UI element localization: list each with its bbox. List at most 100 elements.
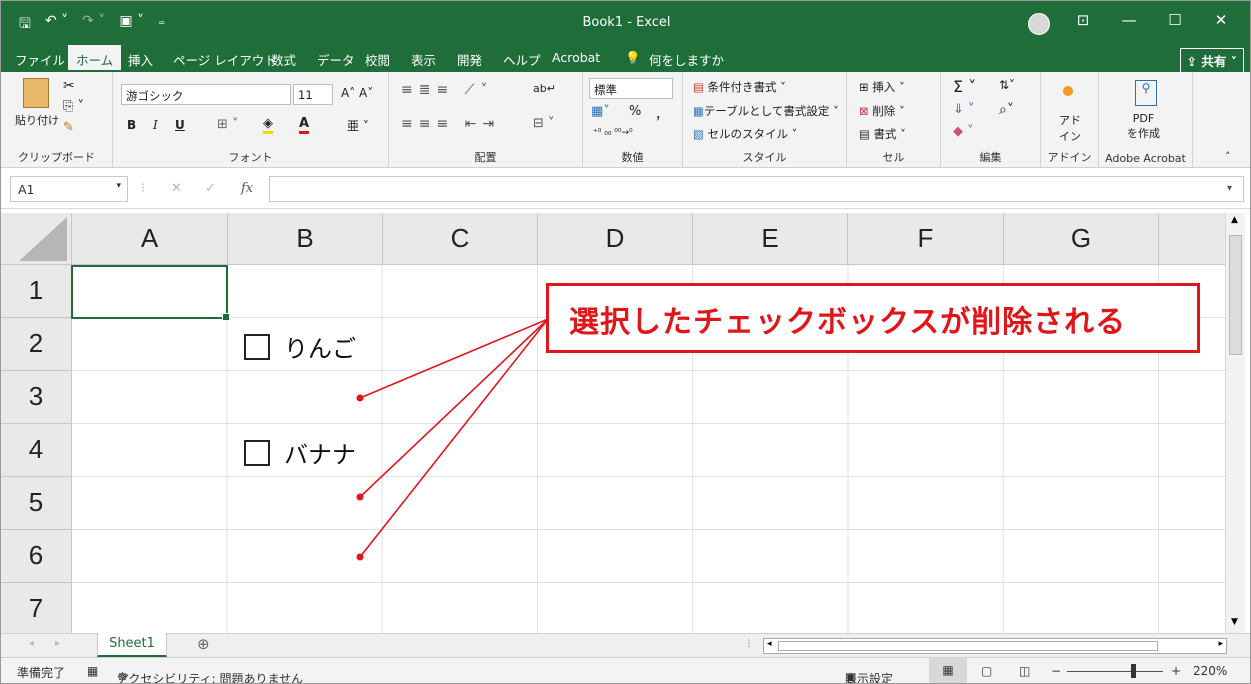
horizontal-scroll-thumb[interactable] [778,641,1158,651]
tab-split-handle-icon[interactable]: ⁝ [747,637,751,652]
horizontal-scrollbar[interactable]: ◂ ▸ [763,638,1227,654]
clear-icon[interactable]: ◆ ˅ [953,124,974,139]
row-header-2[interactable]: 2 [1,318,72,371]
checkbox-icon[interactable] [244,333,270,360]
fill-color-icon[interactable]: ◈ [263,116,273,134]
vertical-scroll-thumb[interactable] [1229,235,1242,355]
format-painter-icon[interactable]: ✎ [63,120,74,135]
row-header-4[interactable]: 4 [1,424,72,477]
addins-button[interactable]: アド イン [1059,112,1081,144]
name-box-dropdown-icon[interactable]: ▾ [116,181,121,191]
cell-styles-button[interactable]: ▧ セルのスタイル ˅ [693,126,797,142]
format-cells-button[interactable]: ▤ 書式 ˅ [859,126,906,142]
scroll-left-icon[interactable]: ◂ [767,639,772,649]
prev-sheet-icon[interactable]: ◂ [29,638,34,649]
tab-help[interactable]: ヘルプ [503,50,541,69]
horizontal-align-icons[interactable]: ≡≡≡ ⇤⇥ [401,116,500,132]
cut-icon[interactable]: ✂ [63,78,75,94]
comma-button[interactable]: ， [655,104,668,123]
decimal-icons[interactable]: ⁺⁰ ₀₀ ⁰⁰→⁰ [593,128,633,138]
font-color-icon[interactable]: A [299,116,310,134]
font-name-select[interactable]: 游ゴシック [121,84,291,105]
scroll-up-icon[interactable]: ▲ [1231,215,1238,225]
tab-formulas[interactable]: 数式 [271,50,296,69]
sheet-tab-sheet1[interactable]: Sheet1 [97,633,167,657]
column-header-f[interactable]: F [848,213,1004,265]
addins-icon[interactable] [1063,86,1073,96]
scroll-right-icon[interactable]: ▸ [1218,639,1223,649]
collapse-ribbon-icon[interactable]: ˄ [1225,150,1231,163]
select-all-button[interactable] [1,213,72,265]
column-header-a[interactable]: A [72,213,228,265]
format-as-table-button[interactable]: ▦テーブルとして書式設定 ˅ [693,103,839,119]
column-header-e[interactable]: E [693,213,848,265]
tab-acrobat[interactable]: Acrobat [552,50,600,65]
merge-center-icon[interactable]: ⊟ ˅ [533,116,555,131]
borders-icon[interactable]: ⊞ ˅ [217,117,239,132]
percent-button[interactable]: % [629,104,641,119]
name-box[interactable]: A1 ▾ [10,176,128,202]
create-pdf-button[interactable]: PDF を作成 [1127,112,1160,141]
sort-filter-icon[interactable]: ⇅˅ [999,78,1015,92]
italic-button[interactable]: I [153,118,158,132]
phonetic-icon[interactable]: 亜 ˅ [347,117,369,134]
row-header-6[interactable]: 6 [1,530,72,583]
delete-cells-button[interactable]: ⊠ 削除 ˅ [859,103,905,119]
ribbon-display-icon[interactable]: ⊡ [1060,11,1106,29]
zoom-in-button[interactable]: + [1171,664,1181,678]
zoom-slider-thumb[interactable] [1131,664,1136,678]
number-format-select[interactable]: 標準 [589,78,673,99]
checkbox-control-ringo[interactable]: りんご [244,329,356,364]
column-header-d[interactable]: D [538,213,693,265]
zoom-out-button[interactable]: − [1051,664,1061,678]
autosum-icon[interactable]: Σ ˅ [953,77,976,96]
share-button[interactable]: ⇪ 共有 ˅ [1179,48,1244,73]
active-cell-a1[interactable] [71,265,230,321]
bold-button[interactable]: B [127,118,136,132]
tab-home[interactable]: ホーム [68,45,122,72]
tab-view[interactable]: 表示 [411,50,436,69]
tab-data[interactable]: データ [317,50,355,69]
conditional-formatting-button[interactable]: ▤ 条件付き書式 ˅ [693,79,786,95]
fill-icon[interactable]: ⇓ ˅ [953,102,975,117]
expand-formula-icon[interactable]: ▾ [1227,183,1232,194]
cancel-formula-icon[interactable]: ✕ [171,181,182,196]
account-avatar-icon[interactable] [1028,13,1050,35]
macro-record-icon[interactable]: ▦ [87,664,98,678]
formula-input[interactable] [269,176,1244,202]
checkbox-control-banana[interactable]: バナナ [244,435,356,470]
insert-cells-button[interactable]: ⊞ 挿入 ˅ [859,79,905,95]
font-size-select[interactable]: 11 [293,84,333,105]
row-header-1[interactable]: 1 [1,265,72,318]
insert-function-icon[interactable]: fx [241,181,253,196]
page-break-view-icon[interactable]: ◫ [1019,664,1030,678]
paste-label[interactable]: 貼り付け [15,112,59,128]
copy-icon[interactable]: ⎘ ˅ [63,99,84,114]
find-select-icon[interactable]: ⌕˅ [999,102,1014,118]
tab-file[interactable]: ファイル [15,50,65,69]
tab-page-layout[interactable]: ページ レイアウト [173,50,277,69]
tell-me-search[interactable]: 何をしますか [649,50,724,69]
row-header-3[interactable]: 3 [1,371,72,424]
close-icon[interactable]: ✕ [1198,11,1244,29]
column-header-b[interactable]: B [228,213,383,265]
maximize-icon[interactable]: ☐ [1152,11,1198,29]
next-sheet-icon[interactable]: ▸ [55,638,60,649]
checkbox-icon[interactable] [244,439,270,466]
vertical-scrollbar[interactable]: ▲ ▼ [1225,213,1245,633]
wrap-text-icon[interactable]: ab↵ [533,82,556,95]
row-header-7[interactable]: 7 [1,583,72,633]
column-header-g[interactable]: G [1004,213,1159,265]
tab-developer[interactable]: 開発 [457,50,482,69]
add-sheet-icon[interactable]: ⊕ [197,635,210,653]
increase-font-icon[interactable]: A˄ A˅ [341,86,373,100]
underline-button[interactable]: U [175,118,185,132]
row-header-5[interactable]: 5 [1,477,72,530]
page-layout-view-icon[interactable]: ▢ [981,664,992,678]
tab-review[interactable]: 校閲 [365,50,390,69]
column-header-c[interactable]: C [383,213,538,265]
zoom-level[interactable]: 220% [1193,664,1227,678]
minimize-icon[interactable]: — [1106,11,1152,29]
confirm-formula-icon[interactable]: ✓ [205,181,216,196]
tab-insert[interactable]: 挿入 [128,50,153,69]
